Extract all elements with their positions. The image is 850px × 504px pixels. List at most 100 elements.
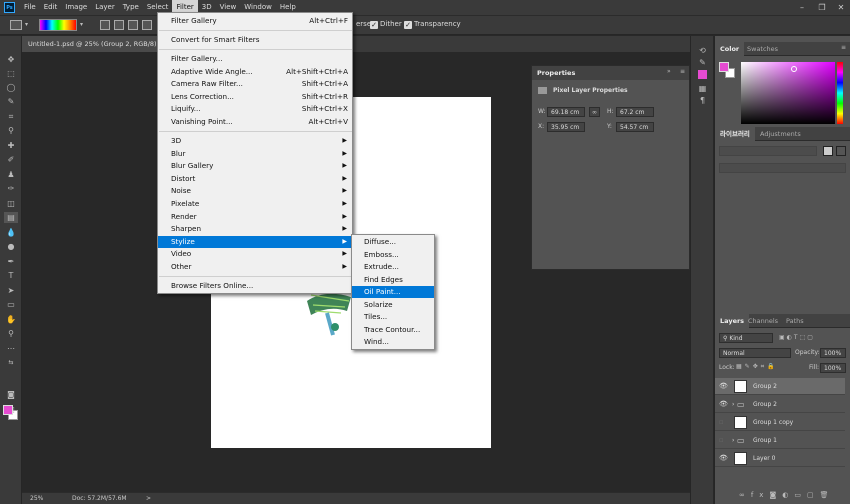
lock-icons[interactable]: ▦✎✥⌗🔒: [736, 363, 778, 371]
eye-icon[interactable]: 👁: [719, 396, 728, 413]
document-tab[interactable]: Untitled-1.psd @ 25% (Group 2, RGB/8) ×: [22, 36, 170, 52]
menu-item-3d[interactable]: 3D ▶: [158, 135, 352, 147]
eye-icon[interactable]: 👁: [719, 378, 728, 395]
chevron-down-icon[interactable]: ▾: [80, 21, 83, 28]
menu-item-noise[interactable]: Noise ▶: [158, 185, 352, 197]
y-field[interactable]: 54.57 cm: [616, 122, 654, 132]
color-icon[interactable]: [698, 70, 707, 79]
panel-menu-icon[interactable]: ≡: [680, 68, 685, 75]
layer-row-group-2-active[interactable]: 👁 Group 2: [715, 378, 845, 395]
menu-item-convert-smart-filters[interactable]: Convert for Smart Filters: [158, 34, 352, 46]
minimize-icon[interactable]: –: [792, 0, 812, 15]
radial-gradient-icon[interactable]: [114, 20, 124, 30]
dodge-tool-icon[interactable]: ●: [4, 241, 18, 252]
brush-tool-icon[interactable]: ✐: [4, 154, 18, 165]
linear-gradient-icon[interactable]: [100, 20, 110, 30]
layers-footer-buttons[interactable]: ∞fx◙◐▭▢🗑: [739, 491, 834, 499]
marquee-tool-icon[interactable]: ⬚: [4, 68, 18, 79]
link-icon[interactable]: ∞: [589, 107, 600, 117]
chevron-right-icon[interactable]: ›: [732, 432, 734, 449]
menu-item-find-edges[interactable]: Find Edges: [352, 274, 434, 286]
menu-item-liquify[interactable]: Liquify... Shift+Ctrl+X: [158, 103, 352, 115]
hue-slider[interactable]: [837, 62, 843, 124]
history-icon[interactable]: ⟲: [697, 46, 708, 55]
height-field[interactable]: 67.2 cm: [616, 107, 654, 117]
menu-item-video[interactable]: Video ▶: [158, 248, 352, 260]
menu-item-distort[interactable]: Distort ▶: [158, 173, 352, 185]
gradient-picker[interactable]: [39, 19, 77, 31]
menu-item-blur[interactable]: Blur ▶: [158, 148, 352, 160]
menu-item-stylize[interactable]: Stylize ▶: [158, 236, 352, 248]
color-panel-foreground[interactable]: [719, 62, 729, 72]
rectangle-tool-icon[interactable]: ▭: [4, 299, 18, 310]
dither-checkbox[interactable]: ✓: [370, 21, 378, 29]
collapse-icon[interactable]: »: [667, 68, 671, 75]
layer-row-group-2[interactable]: 👁 › ▭ Group 2: [715, 396, 845, 413]
grid-view-icon[interactable]: [823, 146, 833, 156]
menu-item-sharpen[interactable]: Sharpen ▶: [158, 223, 352, 235]
menu-image[interactable]: Image: [61, 0, 91, 15]
tool-preset-picker[interactable]: [10, 20, 22, 30]
color-spectrum-field[interactable]: [741, 62, 835, 124]
menu-item-trace-contour[interactable]: Trace Contour...: [352, 324, 434, 336]
hand-tool-icon[interactable]: ✋: [4, 314, 18, 325]
width-field[interactable]: 69.18 cm: [547, 107, 585, 117]
layer-filter-kind[interactable]: ⚲ Kind: [719, 333, 773, 343]
layer-row-group-1[interactable]: ▫ › ▭ Group 1: [715, 432, 845, 449]
more-tools-icon[interactable]: ⋯: [4, 343, 18, 354]
chevron-down-icon[interactable]: ▾: [25, 21, 28, 28]
menu-item-filter-gallery[interactable]: Filter Gallery...: [158, 53, 352, 65]
menu-item-lens-correction[interactable]: Lens Correction... Shift+Ctrl+R: [158, 91, 352, 103]
angle-gradient-icon[interactable]: [128, 20, 138, 30]
menu-item-other[interactable]: Other ▶: [158, 261, 352, 273]
crop-tool-icon[interactable]: ⌗: [4, 111, 18, 122]
library-search-field[interactable]: [719, 163, 846, 173]
eye-hidden-icon[interactable]: ▫: [719, 414, 727, 431]
menu-layer[interactable]: Layer: [91, 0, 119, 15]
layer-filter-icons[interactable]: ▣◐T⬚▢: [779, 334, 815, 341]
tab-channels[interactable]: Channels: [743, 314, 783, 328]
menu-item-diffuse[interactable]: Diffuse...: [352, 236, 434, 248]
transparency-checkbox[interactable]: ✓: [404, 21, 412, 29]
menu-item-render[interactable]: Render ▶: [158, 211, 352, 223]
menu-type[interactable]: Type: [119, 0, 143, 15]
clone-stamp-tool-icon[interactable]: ♟: [4, 169, 18, 180]
brush-settings-icon[interactable]: ✎: [697, 58, 708, 67]
menu-item-filter-gallery-last[interactable]: Filter Gallery Alt+Ctrl+F: [158, 15, 352, 27]
layer-row-layer-0[interactable]: 👁 Layer 0: [715, 450, 845, 467]
lasso-tool-icon[interactable]: ◯: [4, 82, 18, 93]
menu-item-extrude[interactable]: Extrude...: [352, 261, 434, 273]
paragraph-icon[interactable]: ¶: [697, 96, 708, 105]
tab-adjustments[interactable]: Adjustments: [755, 127, 806, 141]
library-dropdown[interactable]: [719, 146, 817, 156]
menu-item-blur-gallery[interactable]: Blur Gallery ▶: [158, 160, 352, 172]
gradient-tool-icon[interactable]: ▤: [4, 212, 18, 223]
menu-item-emboss[interactable]: Emboss...: [352, 249, 434, 261]
fill-field[interactable]: 100%: [820, 363, 846, 373]
type-tool-icon[interactable]: T: [4, 270, 18, 281]
eye-icon[interactable]: 👁: [719, 450, 728, 467]
color-picker-cursor[interactable]: [791, 66, 797, 72]
list-view-icon[interactable]: [836, 146, 846, 156]
tab-color[interactable]: Color: [715, 42, 745, 56]
chevron-right-icon[interactable]: ›: [732, 396, 734, 413]
layer-row-group-1-copy[interactable]: ▫ Group 1 copy: [715, 414, 845, 431]
zoom-level[interactable]: 25%: [30, 493, 43, 504]
menu-item-pixelate[interactable]: Pixelate ▶: [158, 198, 352, 210]
menu-item-wind[interactable]: Wind...: [352, 336, 434, 348]
reflected-gradient-icon[interactable]: [142, 20, 152, 30]
opacity-field[interactable]: 100%: [820, 348, 846, 358]
blend-mode-dropdown[interactable]: Normal: [719, 348, 791, 358]
menu-item-solarize[interactable]: Solarize: [352, 299, 434, 311]
history-brush-tool-icon[interactable]: ✑: [4, 183, 18, 194]
zoom-tool-icon[interactable]: ⚲: [4, 328, 18, 339]
move-tool-icon[interactable]: ✥: [4, 54, 18, 65]
swatches-icon[interactable]: ▦: [697, 84, 708, 93]
panel-menu-icon[interactable]: ≡: [841, 44, 846, 51]
eye-hidden-icon[interactable]: ▫: [719, 432, 727, 449]
menu-file[interactable]: File: [20, 0, 40, 15]
swap-colors-icon[interactable]: ⇆: [4, 357, 18, 368]
tab-paths[interactable]: Paths: [781, 314, 809, 328]
foreground-color-swatch[interactable]: [3, 405, 13, 415]
menu-item-camera-raw[interactable]: Camera Raw Filter... Shift+Ctrl+A: [158, 78, 352, 90]
